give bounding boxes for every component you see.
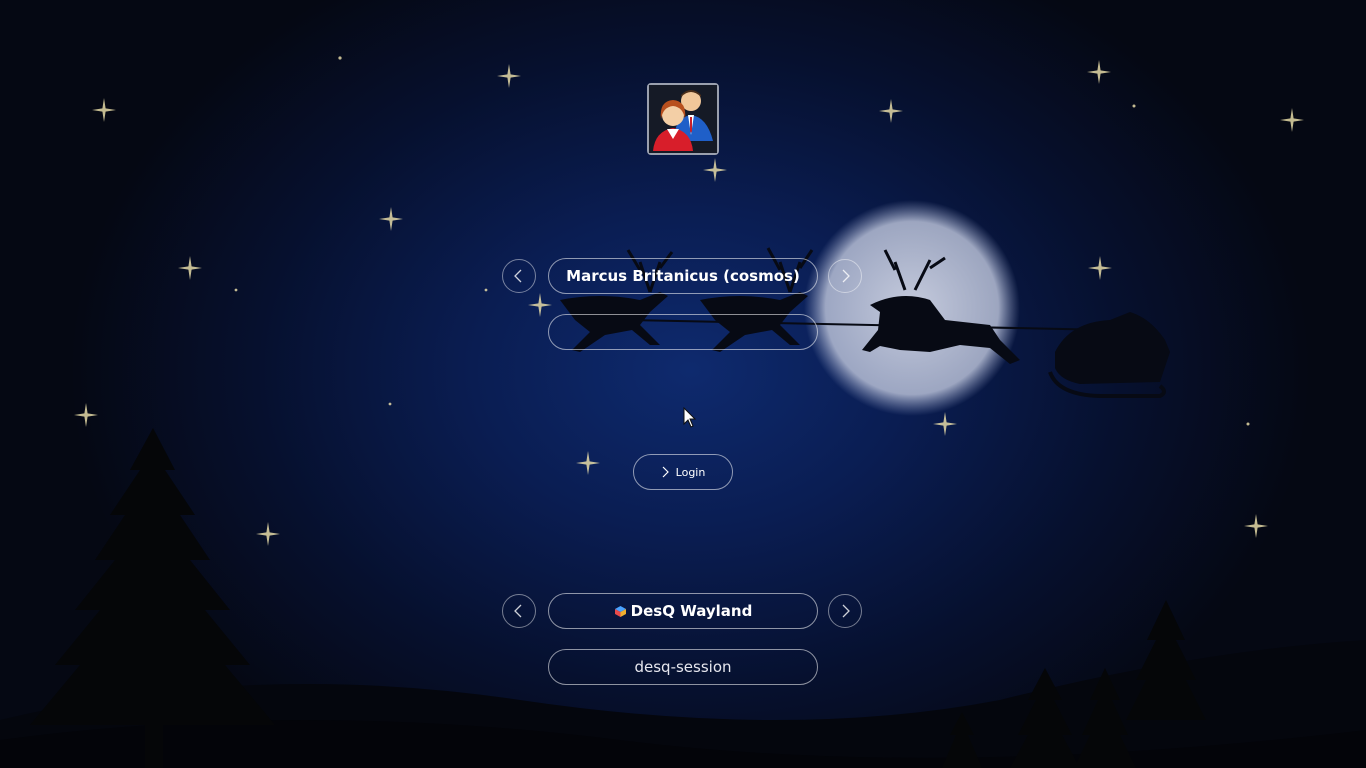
session-command-field[interactable]: desq-session	[548, 649, 818, 685]
users-icon	[649, 85, 717, 153]
previous-user-button[interactable]	[502, 259, 536, 293]
chevron-right-icon	[662, 466, 669, 478]
session-command-label: desq-session	[634, 658, 732, 676]
chevron-left-icon	[514, 604, 522, 618]
password-field[interactable]	[548, 314, 818, 350]
user-selector[interactable]: Marcus Britanicus (cosmos)	[548, 258, 818, 294]
login-button[interactable]: Login	[633, 454, 733, 490]
chevron-right-icon	[842, 269, 850, 283]
previous-session-button[interactable]	[502, 594, 536, 628]
chevron-left-icon	[514, 269, 522, 283]
login-label: Login	[675, 465, 706, 479]
user-name-label: Marcus Britanicus (cosmos)	[566, 267, 800, 285]
session-selector[interactable]: DesQ Wayland	[548, 593, 818, 629]
chevron-right-icon	[842, 604, 850, 618]
desq-logo-icon	[614, 605, 626, 617]
pine-tree-left	[30, 428, 275, 768]
session-name-label: DesQ Wayland	[630, 602, 753, 620]
next-session-button[interactable]	[828, 594, 862, 628]
next-user-button[interactable]	[828, 259, 862, 293]
mouse-cursor-icon	[683, 407, 697, 428]
user-avatar	[647, 83, 719, 155]
